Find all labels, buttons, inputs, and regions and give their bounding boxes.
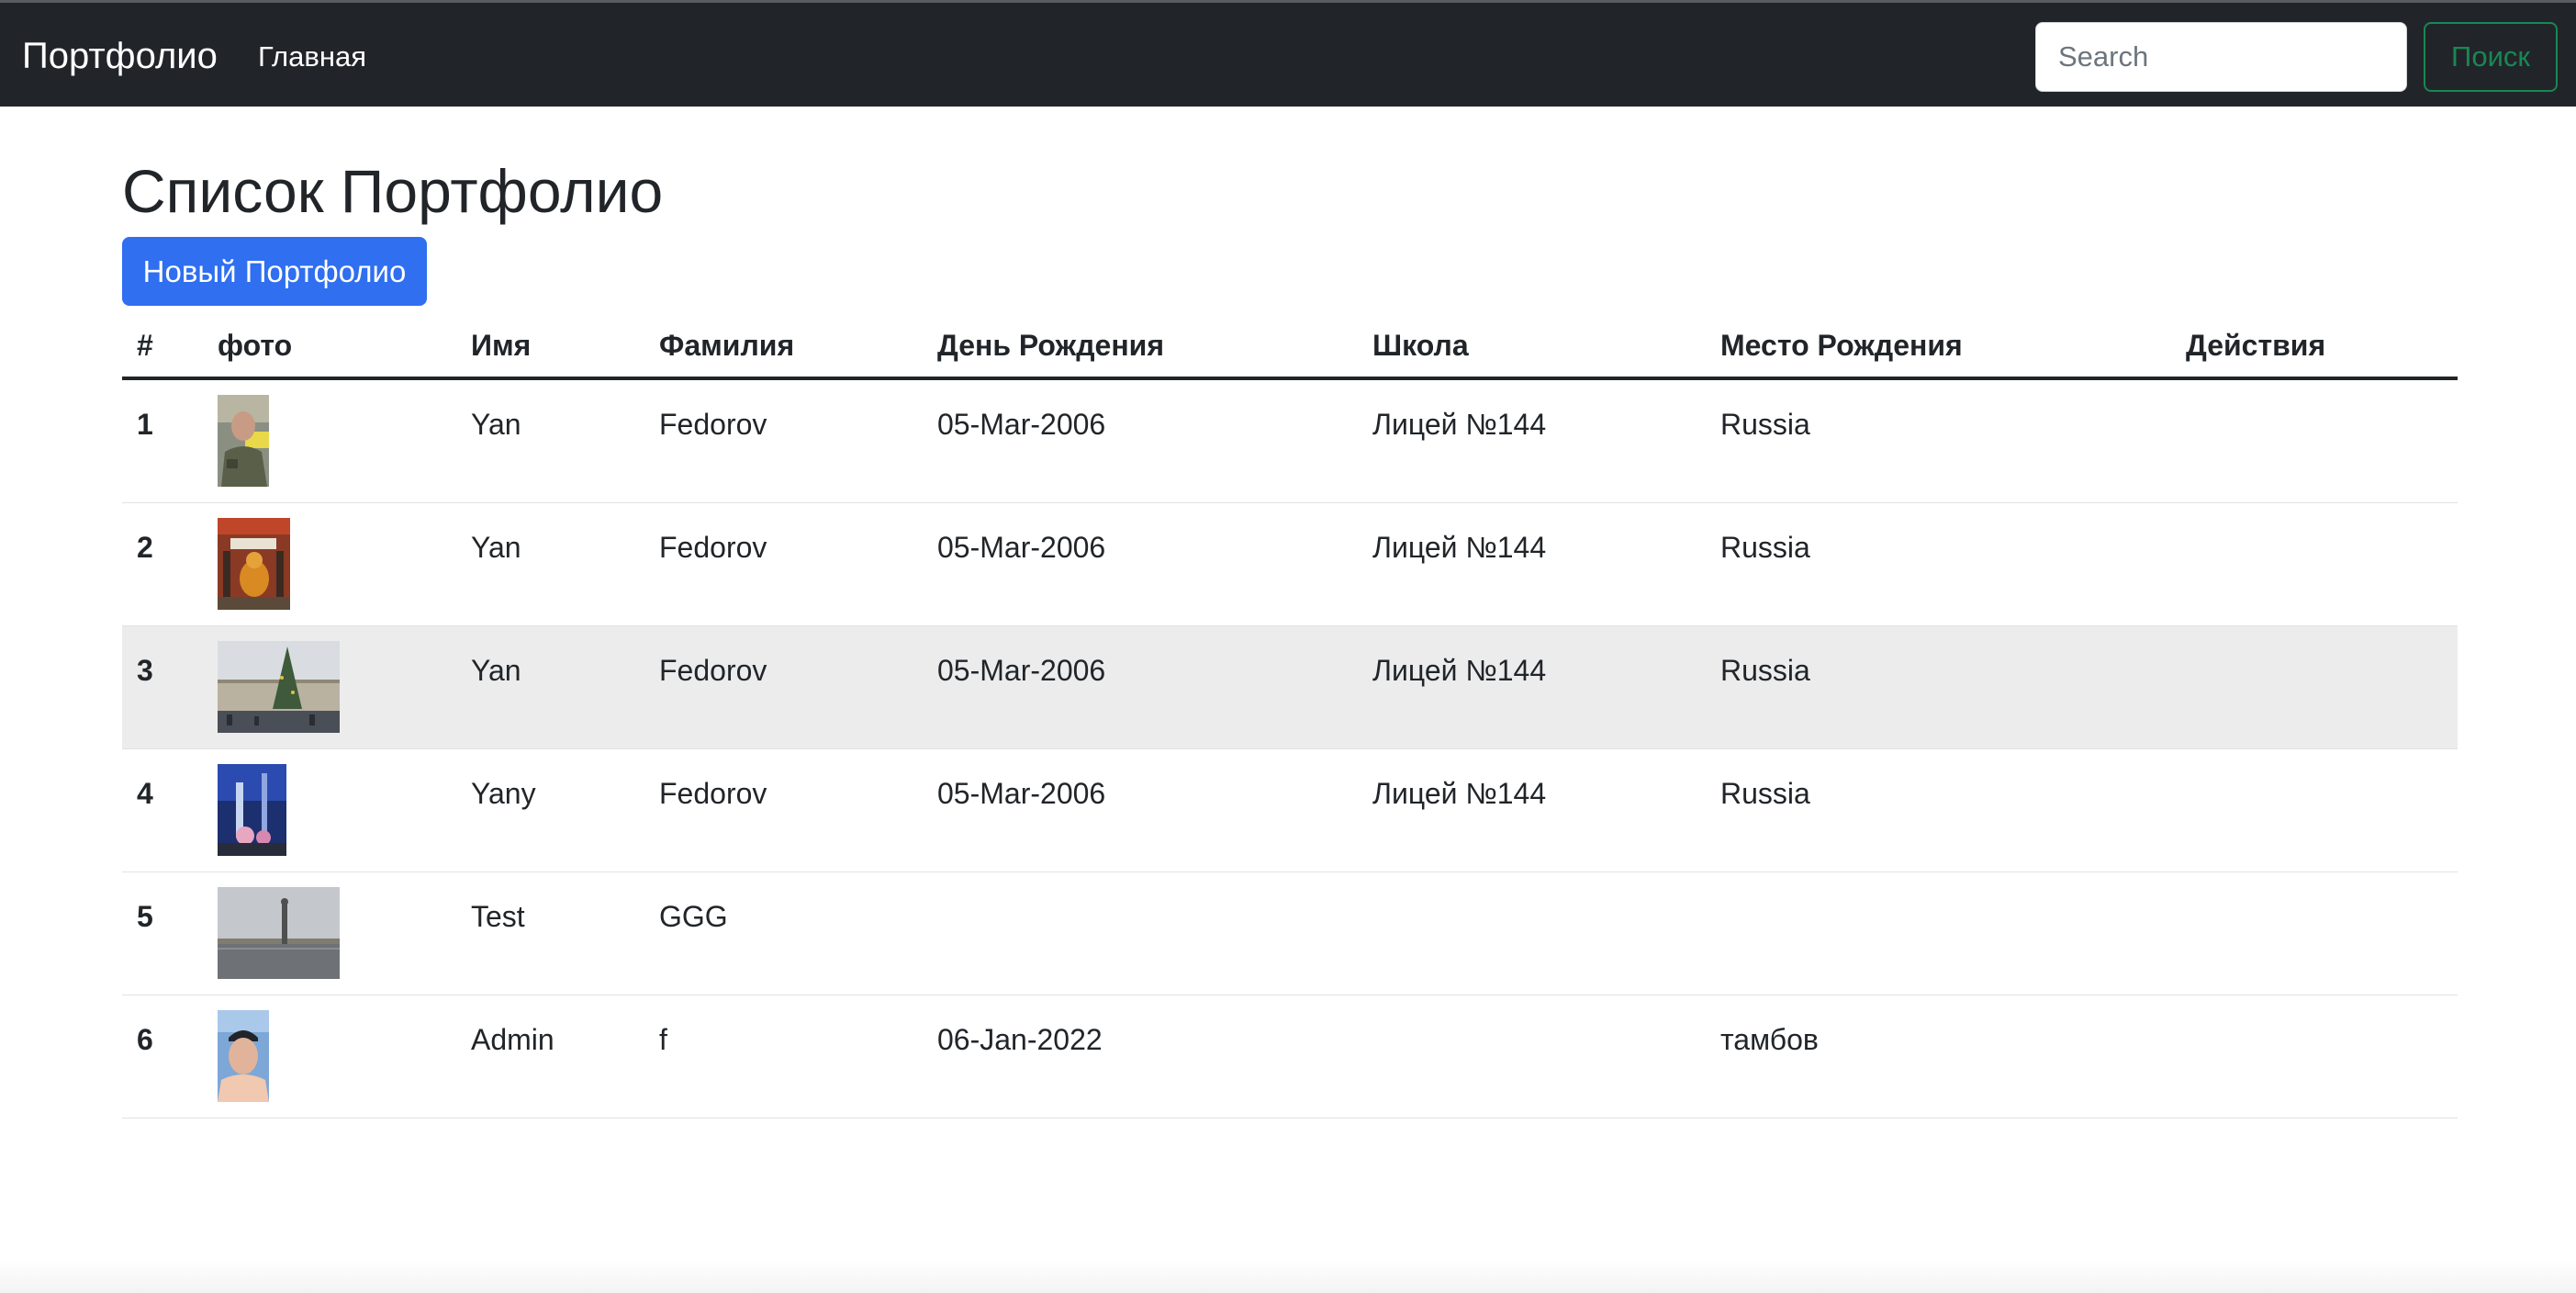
table-row: 3 Yan Fedorov 05-Mar-2006 Лицей №144 Rus… [122, 626, 2458, 749]
cell-last-name: GGG [659, 900, 728, 933]
header-birthplace: Место Рождения [1720, 329, 1963, 362]
cell-last-name: Fedorov [659, 777, 767, 810]
search-input[interactable] [2035, 22, 2407, 92]
selfie-photo [218, 1010, 269, 1102]
row-number: 1 [137, 408, 153, 441]
cell-school: Лицей №144 [1372, 777, 1547, 810]
header-photo: фото [218, 329, 293, 362]
cell-birthday: 05-Mar-2006 [937, 531, 1106, 564]
cell-birthday: 06-Jan-2022 [937, 1023, 1103, 1056]
cell-first-name: Admin [471, 1023, 554, 1056]
cell-first-name: Yan [471, 654, 521, 687]
nav-link-home[interactable]: Главная [258, 39, 366, 74]
row-number: 3 [137, 654, 153, 687]
cell-first-name: Test [471, 900, 525, 933]
cell-first-name: Yan [471, 531, 521, 564]
palace-square-photo [218, 887, 340, 979]
cell-school: Лицей №144 [1372, 531, 1547, 564]
cell-last-name: Fedorov [659, 408, 767, 441]
poster-photo [218, 518, 290, 610]
cell-last-name: f [659, 1023, 667, 1056]
header-birthday: День Рождения [937, 329, 1165, 362]
table-row: 5 Test GGG [122, 872, 2458, 995]
cell-last-name: Fedorov [659, 654, 767, 687]
portfolio-table: # фото Имя Фамилия День Рождения Школа М… [122, 316, 2458, 1119]
cell-school: Лицей №144 [1372, 654, 1547, 687]
new-portfolio-button[interactable]: Новый Портфолио [122, 237, 427, 306]
header-first-name: Имя [471, 329, 532, 362]
cell-birthplace: Russia [1720, 531, 1810, 564]
cell-birthplace: Russia [1720, 408, 1810, 441]
header-actions: Действия [2186, 329, 2326, 362]
table-row: 6 Admin f 06-Jan-2022 тамбов [122, 995, 2458, 1119]
header-number: # [137, 329, 153, 362]
cell-birthplace: Russia [1720, 777, 1810, 810]
cell-school: Лицей №144 [1372, 408, 1547, 441]
table-row: 1 Yan Fedorov 05-Mar-2006 Лицей №144 Rus… [122, 380, 2458, 503]
navbar-brand[interactable]: Портфолио [22, 34, 218, 78]
night-city-photo [218, 764, 286, 856]
row-number: 4 [137, 777, 153, 810]
cell-birthplace: Russia [1720, 654, 1810, 687]
cell-last-name: Fedorov [659, 531, 767, 564]
cell-birthday: 05-Mar-2006 [937, 777, 1106, 810]
cell-birthday: 05-Mar-2006 [937, 408, 1106, 441]
table-header: # фото Имя Фамилия День Рождения Школа М… [122, 316, 2458, 380]
header-last-name: Фамилия [659, 329, 795, 362]
table-row: 2 Yan Fedorov 05-Mar-2006 Лицей №144 Rus… [122, 503, 2458, 626]
christmas-tree-square-photo [218, 641, 340, 733]
search-button[interactable]: Поиск [2424, 22, 2558, 92]
portrait-photo [218, 395, 269, 487]
cell-first-name: Yany [471, 777, 536, 810]
row-number: 2 [137, 531, 153, 564]
row-number: 5 [137, 900, 153, 933]
table-row: 4 Yany Fedorov 05-Mar-2006 Лицей №144 Ru… [122, 749, 2458, 872]
bottom-edge-shadow [0, 1260, 2576, 1293]
row-number: 6 [137, 1023, 153, 1056]
cell-birthday: 05-Mar-2006 [937, 654, 1106, 687]
page-title: Список Портфолио [122, 157, 664, 225]
cell-birthplace: тамбов [1720, 1023, 1819, 1056]
header-school: Школа [1372, 329, 1469, 362]
cell-first-name: Yan [471, 408, 521, 441]
navbar: Портфолио Главная Поиск [0, 0, 2576, 107]
